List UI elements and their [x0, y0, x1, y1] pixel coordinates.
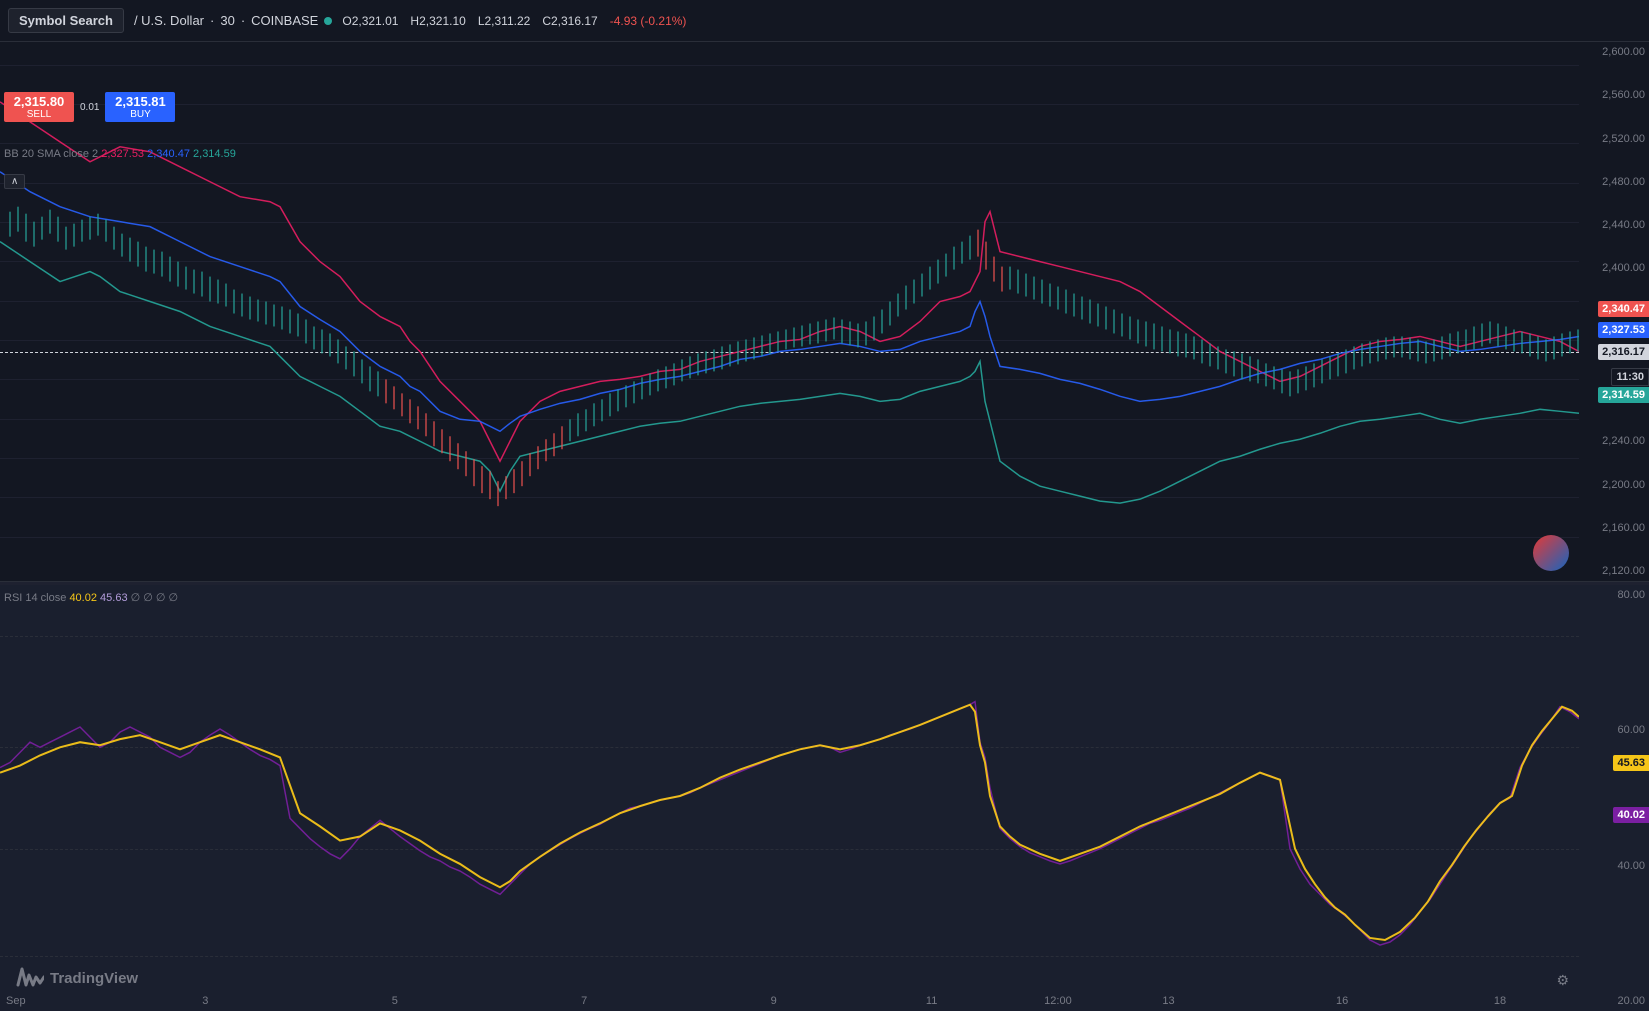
separator: ·	[241, 13, 245, 28]
y-label: 2,560.00	[1583, 89, 1645, 101]
header: Symbol Search / U.S. Dollar · 30 · COINB…	[0, 0, 1649, 42]
y-label: 2,360.00	[1583, 306, 1645, 318]
price-tag-bb-upper: 2,340.47	[1598, 301, 1649, 317]
bb-val3: 2,314.59	[193, 148, 236, 160]
x-label-13: 13	[1162, 995, 1174, 1007]
x-label-1200: 12:00	[1044, 995, 1072, 1007]
rsi-chart-svg	[0, 585, 1579, 1011]
price-chart[interactable]: 2,315.80 SELL 0.01 2,315.81 BUY BB 20 SM…	[0, 42, 1649, 582]
sell-label: SELL	[12, 109, 66, 120]
x-label-9: 9	[771, 995, 777, 1007]
x-label-3: 3	[202, 995, 208, 1007]
sell-box[interactable]: 2,315.80 SELL	[4, 92, 74, 122]
y-label: 2,200.00	[1583, 479, 1645, 491]
sell-price: 2,315.80	[12, 94, 66, 109]
bb-indicator-label: BB 20 SMA close 2 2,327.53 2,340.47 2,31…	[4, 148, 236, 160]
bb-label-text: BB 20 SMA close 2	[4, 148, 98, 160]
live-dot	[324, 17, 332, 25]
settings-icon[interactable]: ⚙	[1556, 972, 1569, 989]
x-axis: Sep 3 5 7 9 11 12:00 13 16 18	[0, 991, 1579, 1011]
open-label: O2,321.01	[342, 14, 398, 28]
buy-box[interactable]: 2,315.81 BUY	[105, 92, 175, 122]
tradingview-text: TradingView	[50, 970, 138, 987]
y-label: 2,240.00	[1583, 435, 1645, 447]
price-tag-bb-lower: 2,314.59	[1598, 387, 1649, 403]
bb-val1: 2,327.53	[101, 148, 144, 160]
header-symbol-info: / U.S. Dollar · 30 · COINBASE	[134, 13, 332, 28]
spread-value: 0.01	[78, 92, 101, 122]
tradingview-logo: TradingView	[16, 967, 138, 989]
rsi-indicator-label: RSI 14 close 40.02 45.63 ∅ ∅ ∅ ∅	[4, 591, 178, 604]
tv-logo-icon	[16, 967, 44, 989]
price-y-axis: 2,600.00 2,560.00 2,520.00 2,480.00 2,44…	[1579, 42, 1649, 581]
buy-price: 2,315.81	[113, 94, 167, 109]
rsi-tag-yellow: 45.63	[1613, 755, 1649, 771]
high-label: H2,321.10	[410, 14, 465, 28]
y-label: 2,160.00	[1583, 522, 1645, 534]
change-value: -4.93 (-0.21%)	[610, 14, 687, 28]
open-value: 2,321.01	[352, 14, 399, 28]
buy-label: BUY	[113, 109, 167, 120]
watermark-icon	[1533, 535, 1569, 571]
rsi-tag-purple: 40.02	[1613, 807, 1649, 823]
timeframe-value: 30	[220, 13, 234, 28]
ohlc-info: O2,321.01 H2,321.10 L2,311.22 C2,316.17 …	[342, 14, 686, 28]
rsi-val1: 40.02	[69, 592, 97, 604]
x-label-16: 16	[1336, 995, 1348, 1007]
rsi-y-label: 80.00	[1583, 589, 1645, 601]
y-label: 2,400.00	[1583, 262, 1645, 274]
pair-label: / U.S. Dollar	[134, 13, 204, 28]
close-value: 2,316.17	[551, 14, 598, 28]
chart-container: 2,315.80 SELL 0.01 2,315.81 BUY BB 20 SM…	[0, 42, 1649, 1011]
y-label: 2,440.00	[1583, 219, 1645, 231]
x-label-11: 11	[926, 995, 937, 1007]
x-label-18: 18	[1494, 995, 1506, 1007]
high-value: 2,321.10	[419, 14, 466, 28]
low-label: L2,311.22	[478, 14, 531, 28]
y-label: 2,120.00	[1583, 565, 1645, 577]
x-label-sep: Sep	[6, 995, 26, 1007]
price-chart-svg	[0, 42, 1579, 581]
low-value: 2,311.22	[485, 14, 531, 28]
symbol-search-button[interactable]: Symbol Search	[8, 8, 124, 33]
rsi-y-label: 40.00	[1583, 860, 1645, 872]
collapse-button[interactable]: ∧	[4, 174, 25, 189]
sell-buy-container: 2,315.80 SELL 0.01 2,315.81 BUY	[4, 92, 175, 122]
rsi-y-axis: 80.00 60.00 40.00 20.00	[1579, 585, 1649, 1011]
y-label: 2,320.00	[1583, 349, 1645, 361]
timeframe-label: ·	[210, 13, 214, 28]
close-label: C2,316.17	[542, 14, 597, 28]
bb-val2: 2,340.47	[147, 148, 190, 160]
x-label-7: 7	[581, 995, 587, 1007]
exchange-label: COINBASE	[251, 13, 318, 28]
price-tags-right: 2,340.47 2,327.53 2,316.17 11:30 2,314.5…	[1579, 42, 1649, 581]
rsi-val2: 45.63	[100, 592, 128, 604]
rsi-icons: ∅ ∅ ∅ ∅	[131, 592, 179, 604]
price-tag-current: 2,316.17	[1598, 344, 1649, 360]
y-label: 2,480.00	[1583, 176, 1645, 188]
rsi-label-text: RSI 14 close	[4, 592, 66, 604]
rsi-chart[interactable]: RSI 14 close 40.02 45.63 ∅ ∅ ∅ ∅ 80.00 6…	[0, 585, 1649, 1011]
x-label-5: 5	[392, 995, 398, 1007]
y-label: 2,280.00	[1583, 392, 1645, 404]
rsi-y-label: 60.00	[1583, 724, 1645, 736]
rsi-y-label: 20.00	[1583, 995, 1645, 1007]
y-label: 2,600.00	[1583, 46, 1645, 58]
price-tag-sma: 2,327.53	[1598, 322, 1649, 338]
y-label: 2,520.00	[1583, 133, 1645, 145]
price-tag-time: 11:30	[1611, 368, 1649, 386]
